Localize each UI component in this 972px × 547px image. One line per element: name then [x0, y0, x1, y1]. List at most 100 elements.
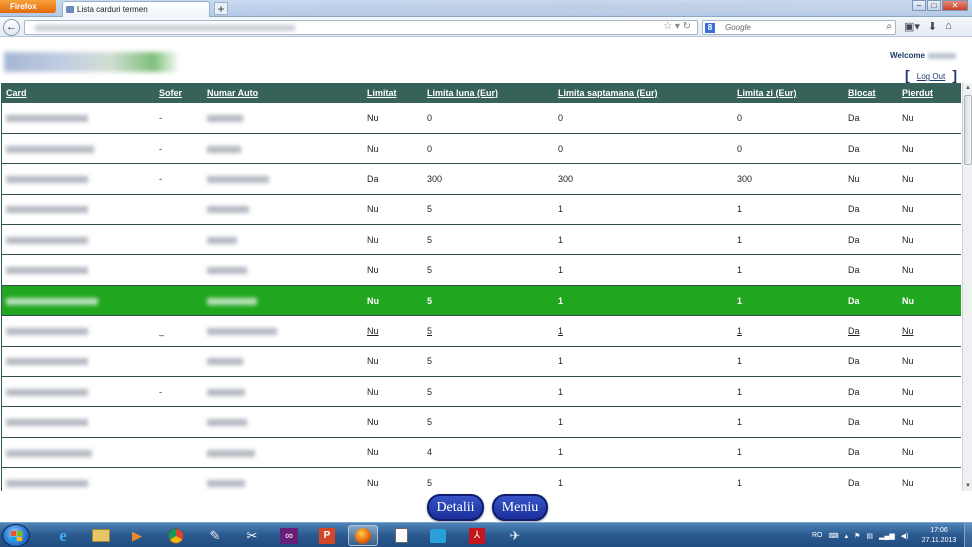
table-row[interactable]: _ Nu 5 1 1 Da Nu: [2, 316, 961, 347]
visual-studio-icon[interactable]: ∞: [274, 525, 304, 546]
cell-sofer: [155, 225, 203, 255]
scroll-up-icon[interactable]: ▲: [964, 84, 972, 92]
address-bar[interactable]: ☆ ▾ ↻: [24, 20, 698, 35]
cell-sofer: [155, 255, 203, 285]
search-engine-icon[interactable]: 8: [705, 23, 715, 33]
cell-limita-luna: 4: [427, 447, 433, 458]
cell-blocat: Da: [848, 417, 860, 428]
bookmark-star-icon[interactable]: ☆ ▾ ↻: [663, 21, 691, 32]
internet-explorer-icon[interactable]: e: [48, 525, 78, 546]
table-row[interactable]: Nu 5 1 1 Da Nu: [2, 194, 961, 225]
table-row[interactable]: Nu 5 1 1 Da Nu: [2, 468, 961, 491]
download-icon[interactable]: ⬇: [928, 20, 937, 33]
chrome-icon[interactable]: [161, 525, 191, 546]
column-header-limita-saptamana[interactable]: Limita saptamana (Eur): [554, 83, 733, 103]
tray-expand-icon[interactable]: ▴: [845, 532, 849, 540]
logout-link[interactable]: [ Log Out ]: [905, 68, 957, 82]
window-controls: – □ ✕: [912, 0, 968, 12]
cell-limitat: Nu: [367, 234, 379, 245]
blurred-plate-number: [207, 419, 247, 427]
blurred-card-number: [6, 236, 88, 244]
table-row[interactable]: Nu 5 1 1 Da Nu: [2, 255, 961, 286]
document-icon[interactable]: [386, 525, 416, 546]
column-header-numar-auto[interactable]: Numar Auto: [203, 83, 363, 103]
cell-limita-zi: 1: [737, 234, 743, 245]
back-arrow-icon[interactable]: ←: [3, 19, 20, 36]
table-row[interactable]: - Nu 0 0 0 Da Nu: [2, 133, 961, 164]
column-header-sofer[interactable]: Sofer: [155, 83, 203, 103]
cell-limita-zi: 0: [737, 112, 743, 123]
cell-limita-zi: 1: [737, 447, 743, 458]
show-desktop-button[interactable]: [964, 523, 972, 547]
close-icon[interactable]: ✕: [942, 0, 968, 11]
column-header-limitat[interactable]: Limitat: [363, 83, 423, 103]
maximize-icon[interactable]: □: [927, 0, 941, 11]
bookmarks-menu-icon[interactable]: ▣▾: [904, 20, 920, 33]
cell-limita-zi: 1: [737, 356, 743, 367]
start-button[interactable]: [2, 524, 30, 547]
column-header-card[interactable]: Card: [2, 83, 155, 103]
table-row[interactable]: - Da 300 300 300 Nu Nu: [2, 164, 961, 195]
table-row[interactable]: Nu 4 1 1 Da Nu: [2, 437, 961, 468]
cell-numar-auto: [203, 133, 363, 163]
new-tab-button[interactable]: +: [214, 2, 228, 15]
language-indicator[interactable]: RO: [812, 532, 823, 539]
scrollbar-thumb[interactable]: [964, 95, 972, 165]
vertical-scrollbar[interactable]: ▲ ▼: [962, 83, 972, 491]
file-explorer-icon[interactable]: [86, 525, 116, 546]
blurred-plate-number: [207, 176, 269, 184]
table-row[interactable]: Nu 5 1 1 Da Nu: [2, 285, 961, 316]
keyboard-icon[interactable]: ⌨: [829, 532, 839, 540]
scroll-down-icon[interactable]: ▼: [964, 482, 972, 490]
adobe-reader-icon[interactable]: ⅄: [462, 525, 492, 546]
powerpoint-icon[interactable]: P: [312, 525, 342, 546]
system-clock[interactable]: 17:06 27.11.2013: [918, 526, 960, 546]
blurred-card-number: [6, 176, 88, 184]
cell-limita-luna: 5: [427, 417, 433, 428]
cell-limitat: Nu: [367, 417, 379, 428]
cell-card: [2, 225, 155, 255]
cell-numar-auto: [203, 377, 363, 407]
table-row[interactable]: Nu 5 1 1 Da Nu: [2, 346, 961, 377]
cell-card: [2, 377, 155, 407]
action-center-flag-icon[interactable]: ⚑: [854, 532, 860, 540]
cell-pierdut: Nu: [902, 386, 914, 397]
remote-desktop-icon[interactable]: [423, 525, 453, 546]
cell-limita-luna: 5: [427, 295, 433, 306]
cell-pierdut: Nu: [902, 112, 914, 123]
browser-tab-active[interactable]: Lista carduri termen: [62, 1, 210, 17]
column-header-blocat[interactable]: Blocat: [844, 83, 898, 103]
detalii-button[interactable]: Detalii: [427, 494, 484, 521]
media-player-icon[interactable]: ▶: [122, 525, 152, 546]
cell-sofer: -: [159, 143, 162, 154]
column-header-limita-luna[interactable]: Limita luna (Eur): [423, 83, 554, 103]
firefox-menu-button[interactable]: Firefox: [0, 0, 56, 13]
tools-icon[interactable]: ✂: [237, 525, 267, 546]
search-icon[interactable]: ⌕: [886, 21, 892, 32]
cell-limita-saptamana: 1: [558, 234, 564, 245]
volume-icon[interactable]: ◀): [901, 532, 909, 540]
blurred-card-number: [6, 267, 88, 275]
cell-sofer: _: [159, 325, 165, 336]
paint-icon[interactable]: ✎: [200, 525, 230, 546]
table-row[interactable]: - Nu 0 0 0 Da Nu: [2, 103, 961, 134]
column-header-limita-zi[interactable]: Limita zi (Eur): [733, 83, 844, 103]
firefox-taskbar-icon[interactable]: [348, 525, 378, 546]
column-header-pierdut[interactable]: Pierdut: [898, 83, 961, 103]
table-row[interactable]: - Nu 5 1 1 Da Nu: [2, 377, 961, 407]
cell-limitat: Nu: [367, 356, 379, 367]
cell-card: [2, 316, 155, 346]
cell-limita-luna: 5: [427, 356, 433, 367]
company-logo: [4, 52, 180, 72]
search-box[interactable]: 8 Google ⌕: [702, 20, 896, 35]
blurred-card-number: [6, 419, 88, 427]
network-icon[interactable]: ▤: [866, 532, 873, 540]
misc-app-icon[interactable]: ✈: [500, 525, 530, 546]
meniu-button[interactable]: Meniu: [492, 494, 548, 521]
signal-icon[interactable]: ▂▄▆: [879, 532, 895, 540]
minimize-icon[interactable]: –: [912, 0, 926, 11]
home-icon[interactable]: ⌂: [945, 20, 952, 33]
cell-numar-auto: [203, 346, 363, 376]
table-row[interactable]: Nu 5 1 1 Da Nu: [2, 407, 961, 438]
table-row[interactable]: Nu 5 1 1 Da Nu: [2, 225, 961, 255]
